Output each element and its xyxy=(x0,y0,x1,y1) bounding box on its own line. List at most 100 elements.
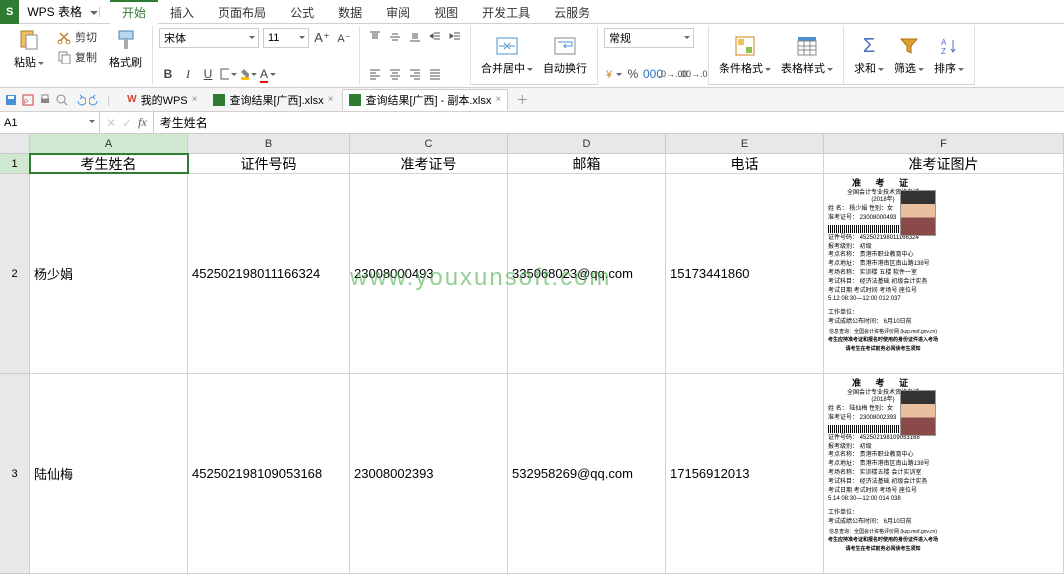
row-header-3[interactable]: 3 xyxy=(0,374,29,574)
menu-tab-dev[interactable]: 开发工具 xyxy=(470,0,542,24)
format-painter-button[interactable]: 格式刷 xyxy=(105,28,146,70)
sum-button[interactable]: Σ 求和 xyxy=(850,34,888,76)
name-box[interactable]: A1 xyxy=(0,112,100,133)
align-middle-button[interactable] xyxy=(386,28,404,46)
cell-D1[interactable]: 邮箱 xyxy=(508,154,666,173)
indent-dec-button[interactable] xyxy=(426,28,444,46)
close-icon[interactable]: × xyxy=(495,94,501,105)
sort-icon: AZ xyxy=(937,34,961,58)
doc-tab-2[interactable]: 查询结果[广西] - 副本.xlsx × xyxy=(342,89,508,111)
merge-center-button[interactable]: 合并居中 xyxy=(477,34,537,76)
row-header-2[interactable]: 2 xyxy=(0,174,29,374)
align-justify-button[interactable] xyxy=(426,65,444,83)
align-left-button[interactable] xyxy=(366,65,384,83)
col-header-E[interactable]: E xyxy=(666,134,824,153)
cell-name[interactable]: 杨少娟 xyxy=(30,174,188,373)
select-all-corner[interactable] xyxy=(0,134,30,154)
number-format-combo[interactable]: 常规 xyxy=(604,28,694,48)
menu-tab-formula[interactable]: 公式 xyxy=(278,0,326,24)
ribbon-number: 常规 ¥ % 000 .0→.00 .00→.0 xyxy=(598,26,709,85)
dec-decimal-button[interactable]: .00→.0 xyxy=(684,65,702,83)
cond-format-button[interactable]: 条件格式 xyxy=(715,34,775,76)
border-button[interactable] xyxy=(219,65,237,83)
ribbon-align xyxy=(360,26,471,85)
underline-button[interactable]: U xyxy=(199,65,217,83)
sort-button[interactable]: AZ 排序 xyxy=(930,34,968,76)
export-pdf-icon[interactable]: P xyxy=(21,93,35,107)
cell-exam[interactable]: 23008000493 xyxy=(350,174,508,373)
currency-button[interactable]: ¥ xyxy=(604,65,622,83)
menu-tab-data[interactable]: 数据 xyxy=(326,0,374,24)
indent-inc-button[interactable] xyxy=(446,28,464,46)
menu-tab-review[interactable]: 审阅 xyxy=(374,0,422,24)
print-preview-icon[interactable] xyxy=(55,93,69,107)
bold-button[interactable]: B xyxy=(159,65,177,83)
col-header-F[interactable]: F xyxy=(824,134,1064,153)
font-name-combo[interactable]: 宋体 xyxy=(159,28,259,48)
ribbon: 粘贴 剪切 复制 格式刷 宋体 11 A⁺ A⁻ B I U A xyxy=(0,24,1064,88)
cell-F1[interactable]: 准考证图片 xyxy=(824,154,1064,173)
doc-tab-mywps[interactable]: W 我的WPS × xyxy=(120,89,204,111)
new-tab-button[interactable]: ＋ xyxy=(510,91,534,108)
svg-text:Z: Z xyxy=(941,47,946,56)
copy-button[interactable]: 复制 xyxy=(54,48,99,66)
percent-button[interactable]: % xyxy=(624,65,642,83)
cell-ticket-image[interactable]: 准 考 证 全国会计专业技术资格考试 (2018年) 姓 名： 杨少娟 性别：女… xyxy=(824,174,1064,373)
col-header-C[interactable]: C xyxy=(350,134,508,153)
cell-phone[interactable]: 17156912013 xyxy=(666,374,824,573)
fx-cancel[interactable]: ✕ xyxy=(106,116,116,130)
menu-tab-start[interactable]: 开始 xyxy=(110,0,158,24)
fill-color-button[interactable] xyxy=(239,65,257,83)
merge-icon xyxy=(495,34,519,58)
formula-input[interactable]: 考生姓名 xyxy=(154,114,1064,131)
spreadsheet[interactable]: A B C D E F 1 2 3 www.youxunsoft.com 考生姓… xyxy=(0,134,1064,582)
col-header-A[interactable]: A xyxy=(30,134,188,153)
close-icon[interactable]: × xyxy=(192,94,198,105)
wrap-text-button[interactable]: 自动换行 xyxy=(539,34,591,76)
filter-button[interactable]: 筛选 xyxy=(890,34,928,76)
undo-icon[interactable] xyxy=(72,93,86,107)
cell-email[interactable]: 335068023@qq.com xyxy=(508,174,666,373)
fx-confirm[interactable]: ✓ xyxy=(122,116,132,130)
menu-tab-insert[interactable]: 插入 xyxy=(158,0,206,24)
cells-area[interactable]: www.youxunsoft.com 考生姓名 证件号码 准考证号 邮箱 电话 … xyxy=(30,154,1064,582)
menu-tab-layout[interactable]: 页面布局 xyxy=(206,0,278,24)
cell-id[interactable]: 452502198011166324 xyxy=(188,174,350,373)
align-right-button[interactable] xyxy=(406,65,424,83)
cell-C1[interactable]: 准考证号 xyxy=(350,154,508,173)
paste-button[interactable]: 粘贴 xyxy=(10,28,48,70)
menu-tab-cloud[interactable]: 云服务 xyxy=(542,0,602,24)
row-header-1[interactable]: 1 xyxy=(0,154,29,174)
cell-exam[interactable]: 23008002393 xyxy=(350,374,508,573)
align-top-button[interactable] xyxy=(366,28,384,46)
align-center-button[interactable] xyxy=(386,65,404,83)
cell-E1[interactable]: 电话 xyxy=(666,154,824,173)
cell-B1[interactable]: 证件号码 xyxy=(188,154,350,173)
cell-id[interactable]: 452502198109053168 xyxy=(188,374,350,573)
font-size-combo[interactable]: 11 xyxy=(263,28,309,48)
col-header-D[interactable]: D xyxy=(508,134,666,153)
align-bottom-button[interactable] xyxy=(406,28,424,46)
cell-A1[interactable]: 考生姓名 xyxy=(30,154,188,173)
font-grow-button[interactable]: A⁺ xyxy=(313,29,331,47)
doc-tab-1[interactable]: 查询结果[广西].xlsx × xyxy=(206,89,340,111)
fx-icon[interactable]: fx xyxy=(138,115,147,130)
save-icon[interactable] xyxy=(4,93,18,107)
cell-ticket-image[interactable]: 准 考 证 全国会计专业技术资格考试 (2018年) 姓 名： 陆仙梅 性别：女… xyxy=(824,374,1064,573)
redo-icon[interactable] xyxy=(89,93,103,107)
print-icon[interactable] xyxy=(38,93,52,107)
cell-phone[interactable]: 15173441860 xyxy=(666,174,824,373)
col-header-B[interactable]: B xyxy=(188,134,350,153)
table-style-button[interactable]: 表格样式 xyxy=(777,34,837,76)
font-color-button[interactable]: A xyxy=(259,65,277,83)
cut-button[interactable]: 剪切 xyxy=(54,28,99,46)
cell-name[interactable]: 陆仙梅 xyxy=(30,374,188,573)
menu-tab-view[interactable]: 视图 xyxy=(422,0,470,24)
italic-button[interactable]: I xyxy=(179,65,197,83)
ribbon-clipboard: 粘贴 剪切 复制 格式刷 xyxy=(4,26,153,85)
cell-email[interactable]: 532958269@qq.com xyxy=(508,374,666,573)
app-menu-dropdown[interactable] xyxy=(90,7,100,17)
close-icon[interactable]: × xyxy=(328,94,334,105)
font-shrink-button[interactable]: A⁻ xyxy=(335,29,353,47)
ribbon-merge: 合并居中 自动换行 xyxy=(471,26,598,85)
